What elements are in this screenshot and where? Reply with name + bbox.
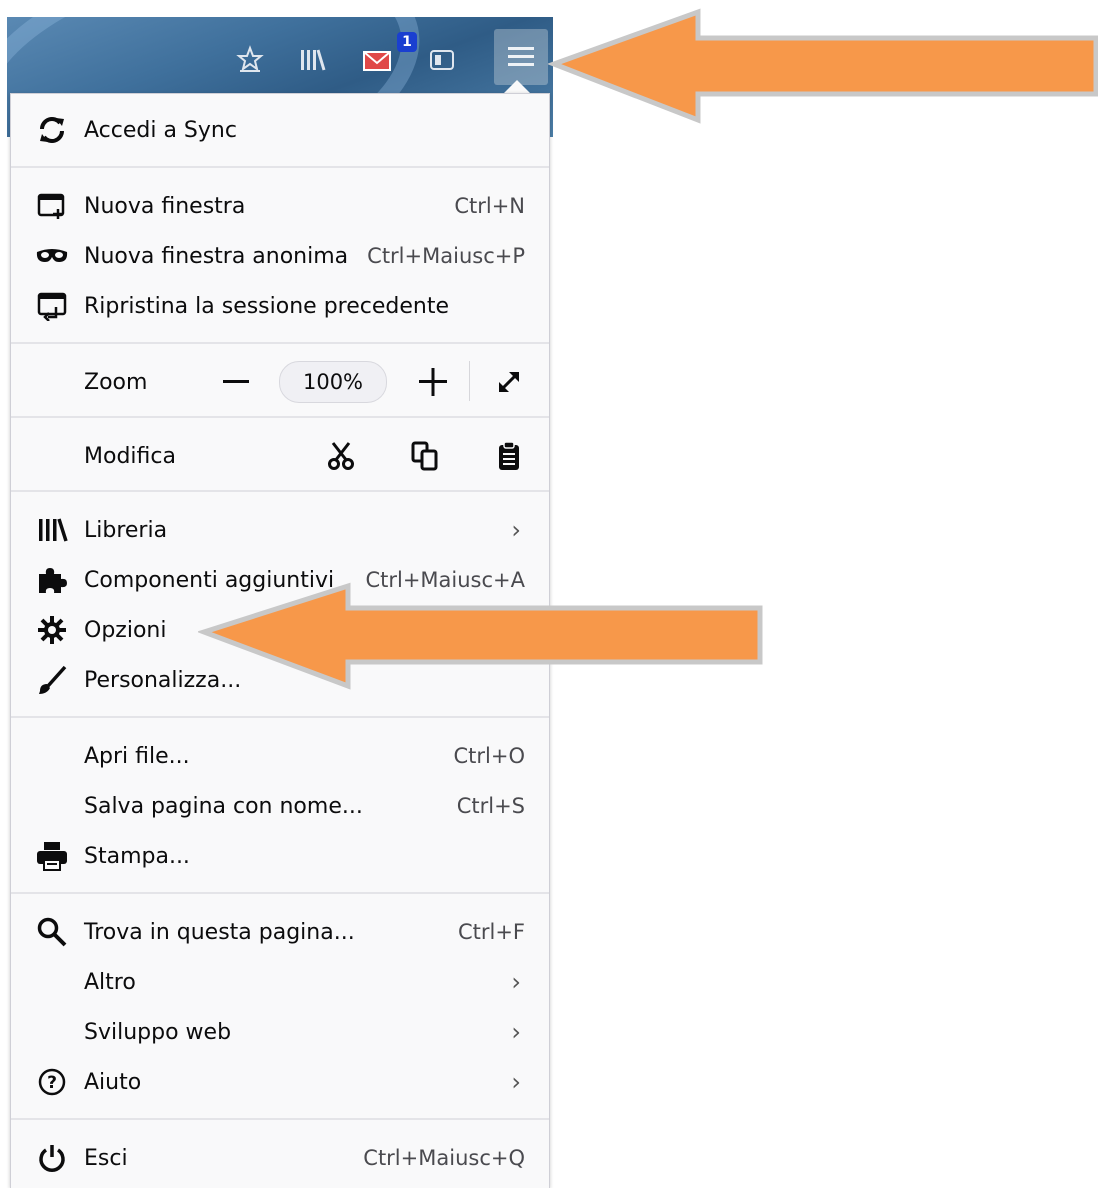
notification-badge: 1 <box>397 32 417 52</box>
paintbrush-icon <box>33 661 71 699</box>
shortcut-label: Ctrl+O <box>453 744 526 768</box>
menu-notch <box>504 80 530 93</box>
menu-item-open-file[interactable]: Apri file... Ctrl+O <box>11 731 549 781</box>
bookmark-star-icon[interactable] <box>233 43 267 77</box>
menu-item-save-page[interactable]: Salva pagina con nome... Ctrl+S <box>11 781 549 831</box>
chevron-right-icon: › <box>511 1068 521 1096</box>
library-icon[interactable] <box>295 43 329 77</box>
menu-item-label: Trova in questa pagina... <box>84 919 355 945</box>
menu-item-restore-session[interactable]: Ripristina la sessione precedente <box>11 281 549 331</box>
menu-item-library[interactable]: Libreria › <box>11 505 549 555</box>
menu-item-label: Esci <box>84 1145 128 1171</box>
menu-row-edit: Modifica <box>11 431 549 481</box>
menu-item-label: Salva pagina con nome... <box>84 793 363 819</box>
menu-row-zoom: Zoom 100% <box>11 357 549 407</box>
power-icon <box>33 1139 71 1177</box>
zoom-in-button[interactable] <box>415 357 451 407</box>
plus-icon <box>419 368 447 396</box>
menu-item-label: Libreria <box>84 517 168 543</box>
menu-hamburger-button[interactable] <box>494 29 548 85</box>
help-icon: ? <box>33 1063 71 1101</box>
library-icon <box>33 511 71 549</box>
menu-item-find[interactable]: Trova in questa pagina... Ctrl+F <box>11 907 549 957</box>
chevron-right-icon: › <box>511 1018 521 1046</box>
menu-item-sync[interactable]: Accedi a Sync <box>11 105 549 155</box>
menu-item-print[interactable]: Stampa... <box>11 831 549 881</box>
restore-session-icon <box>33 287 71 325</box>
menu-item-more[interactable]: Altro › <box>11 957 549 1007</box>
search-icon <box>33 913 71 951</box>
hamburger-icon <box>508 47 534 66</box>
printer-icon <box>33 837 71 875</box>
cut-button[interactable] <box>321 431 361 481</box>
callout-arrow-options <box>198 582 763 690</box>
menu-item-quit[interactable]: Esci Ctrl+Maiusc+Q <box>11 1133 549 1183</box>
paste-button[interactable] <box>489 431 529 481</box>
menu-item-label: Stampa... <box>84 843 190 869</box>
svg-text:?: ? <box>47 1073 57 1093</box>
chevron-right-icon: › <box>511 516 521 544</box>
copy-icon <box>411 441 438 471</box>
menu-item-label: Ripristina la sessione precedente <box>84 293 449 319</box>
menu-item-help[interactable]: ? Aiuto › <box>11 1057 549 1107</box>
menu-item-label: Aiuto <box>84 1069 142 1095</box>
menu-item-new-window[interactable]: Nuova finestra Ctrl+N <box>11 181 549 231</box>
gear-icon <box>33 611 71 649</box>
fullscreen-icon <box>499 372 519 392</box>
new-window-icon <box>33 187 71 225</box>
chevron-right-icon: › <box>511 968 521 996</box>
menu-item-label: Nuova finestra anonima <box>84 243 349 269</box>
menu-item-label: Opzioni <box>84 617 167 643</box>
puzzle-piece-icon <box>33 561 71 599</box>
menu-item-label: Accedi a Sync <box>84 117 237 143</box>
menu-item-private-window[interactable]: Nuova finestra anonima Ctrl+Maiusc+P <box>11 231 549 281</box>
shortcut-label: Ctrl+S <box>456 794 525 818</box>
shortcut-label: Ctrl+Maiusc+Q <box>363 1146 525 1170</box>
shortcut-label: Ctrl+F <box>457 920 525 944</box>
menu-item-label: Altro <box>84 969 136 995</box>
minus-icon <box>223 380 249 383</box>
mail-notification-icon[interactable] <box>361 43 395 77</box>
shortcut-label: Ctrl+N <box>454 194 525 218</box>
scissors-icon <box>328 442 354 470</box>
zoom-label: Zoom <box>84 369 148 395</box>
copy-button[interactable] <box>405 431 445 481</box>
menu-item-label: Sviluppo web <box>84 1019 232 1045</box>
sidebar-icon[interactable] <box>425 43 459 77</box>
zoom-reset-button[interactable]: 100% <box>279 361 387 403</box>
clipboard-icon <box>499 441 519 470</box>
shortcut-label: Ctrl+Maiusc+P <box>367 244 525 268</box>
menu-item-web-developer[interactable]: Sviluppo web › <box>11 1007 549 1057</box>
menu-item-label: Apri file... <box>84 743 190 769</box>
callout-arrow-top <box>548 8 1098 124</box>
zoom-out-button[interactable] <box>221 357 251 407</box>
private-mask-icon <box>33 237 71 275</box>
fullscreen-button[interactable] <box>489 357 529 407</box>
sync-icon <box>33 111 71 149</box>
menu-item-label: Nuova finestra <box>84 193 246 219</box>
edit-label: Modifica <box>84 443 176 469</box>
